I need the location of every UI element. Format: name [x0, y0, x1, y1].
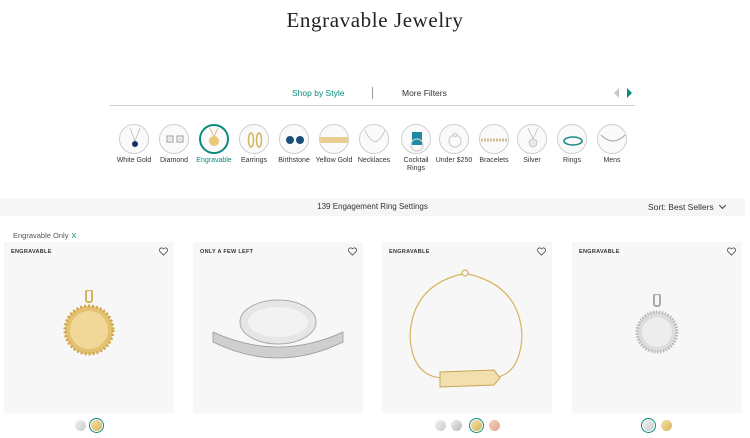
swatch-rose-gold[interactable]: [489, 420, 500, 431]
product-card[interactable]: ENGRAVABLE: [4, 242, 174, 413]
style-earrings[interactable]: Earrings: [235, 124, 273, 165]
product-badge: ENGRAVABLE: [389, 249, 430, 255]
style-yellow-gold[interactable]: Yellow Gold: [315, 124, 353, 165]
mens-chain-icon: [597, 124, 627, 154]
swatch-platinum[interactable]: [451, 420, 462, 431]
heart-icon[interactable]: [537, 247, 546, 256]
under-250-ring-icon: [439, 124, 469, 154]
sort-dropdown[interactable]: Sort: Best Sellers: [648, 201, 726, 212]
ring-icon: [557, 124, 587, 154]
product-badge: ENGRAVABLE: [579, 249, 620, 255]
bracelet-icon: [479, 124, 509, 154]
heart-icon[interactable]: [727, 247, 736, 256]
swatch-yellow-gold[interactable]: [471, 420, 482, 431]
diamond-disc-pendant-image: [635, 294, 679, 354]
product-badge: ONLY A FEW LEFT: [200, 249, 254, 255]
style-label: Cocktail Rings: [403, 157, 429, 172]
product-card[interactable]: ENGRAVABLE: [382, 242, 552, 413]
engravable-pendant-icon: [199, 124, 229, 154]
heart-icon[interactable]: [159, 247, 168, 256]
style-label: Yellow Gold: [315, 157, 353, 164]
carousel-prev-icon[interactable]: [614, 88, 619, 98]
active-filter-label: Engravable Only: [13, 231, 69, 240]
style-label: Diamond: [159, 157, 188, 164]
style-label: Necklaces: [357, 157, 391, 164]
results-count: 139 Engagement Ring Settings: [317, 202, 428, 211]
style-label: Engravable: [196, 157, 232, 164]
tab-more-filters[interactable]: More Filters: [402, 88, 447, 98]
style-under-250[interactable]: Under $250: [435, 124, 473, 165]
cocktail-ring-icon: [401, 124, 431, 154]
page-title: Engravable Jewelry: [286, 8, 464, 32]
product-badge: ENGRAVABLE: [11, 249, 52, 255]
filter-bar: Shop by Style More Filters: [110, 87, 640, 104]
style-label: Earrings: [240, 157, 268, 164]
sort-label: Sort: Best Sellers: [648, 202, 714, 212]
diamond-earrings-icon: [159, 124, 189, 154]
results-bar: 139 Engagement Ring Settings Sort: Best …: [0, 198, 745, 216]
style-engravable[interactable]: Engravable: [195, 124, 233, 165]
heart-icon[interactable]: [348, 247, 357, 256]
signet-ring-image: [212, 299, 344, 359]
yellow-gold-bracelet-icon: [319, 124, 349, 154]
color-swatches: [643, 420, 683, 432]
silver-pendant-icon: [517, 124, 547, 154]
style-label: Rings: [563, 157, 581, 164]
hoop-earrings-icon: [239, 124, 269, 154]
color-swatches: [435, 420, 515, 432]
tab-divider: [372, 87, 373, 99]
style-label: Mens: [603, 157, 621, 164]
swatch-white-gold[interactable]: [435, 420, 446, 431]
gold-disc-pendant-image: [63, 290, 115, 356]
white-gold-pendant-icon: [119, 124, 149, 154]
product-card[interactable]: ONLY A FEW LEFT: [193, 242, 363, 413]
style-label: Birthstone: [278, 157, 310, 164]
style-label: Under $250: [435, 157, 473, 164]
style-carousel: White Gold Diamond Engravable Earrings B…: [115, 124, 635, 184]
style-birthstone[interactable]: Birthstone: [275, 124, 313, 165]
filter-divider: [110, 105, 635, 106]
tab-shop-by-style[interactable]: Shop by Style: [292, 88, 344, 98]
chevron-down-icon: [718, 201, 726, 210]
style-necklaces[interactable]: Necklaces: [355, 124, 393, 165]
remove-filter-icon[interactable]: X: [71, 231, 76, 240]
product-card[interactable]: ENGRAVABLE: [572, 242, 742, 413]
style-silver[interactable]: Silver: [513, 124, 551, 165]
style-label: Bracelets: [479, 157, 509, 164]
swatch-white-gold[interactable]: [75, 420, 86, 431]
style-white-gold[interactable]: White Gold: [115, 124, 153, 165]
style-rings[interactable]: Rings: [553, 124, 591, 165]
swatch-white-gold[interactable]: [643, 420, 654, 431]
swatch-yellow-gold[interactable]: [661, 420, 672, 431]
style-label: White Gold: [116, 157, 152, 164]
style-label: Silver: [523, 157, 541, 164]
style-mens[interactable]: Mens: [593, 124, 631, 165]
birthstone-earrings-icon: [279, 124, 309, 154]
style-cocktail-rings[interactable]: Cocktail Rings: [397, 124, 435, 173]
necklace-icon: [359, 124, 389, 154]
style-bracelets[interactable]: Bracelets: [475, 124, 513, 165]
gold-bar-bracelet-image: [409, 269, 523, 388]
swatch-yellow-gold[interactable]: [91, 420, 102, 431]
style-diamond[interactable]: Diamond: [155, 124, 193, 165]
active-filter-chip[interactable]: Engravable Only X: [13, 231, 76, 240]
color-swatches: [75, 420, 115, 432]
carousel-next-icon[interactable]: [627, 88, 632, 98]
